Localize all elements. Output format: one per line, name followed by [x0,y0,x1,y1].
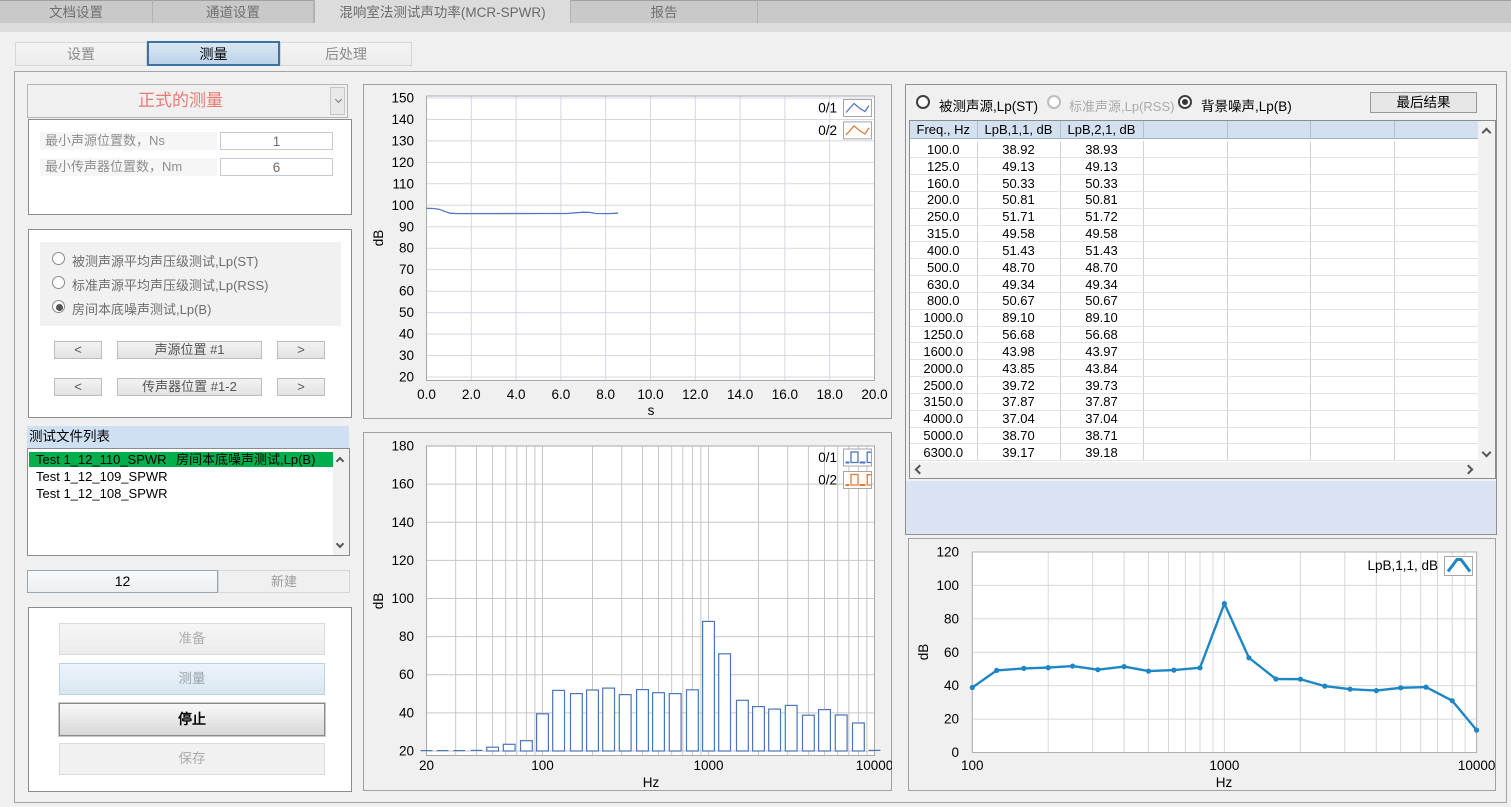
svg-text:120: 120 [391,553,414,568]
svg-text:10.0: 10.0 [637,387,663,402]
svg-text:6.0: 6.0 [552,387,571,402]
svg-text:80: 80 [399,629,414,644]
svg-text:110: 110 [392,176,414,191]
svg-text:1000: 1000 [1209,758,1239,773]
svg-text:16.0: 16.0 [772,387,798,402]
svg-text:140: 140 [391,515,414,530]
svg-text:s: s [648,403,655,418]
svg-text:140: 140 [391,112,414,127]
svg-text:14.0: 14.0 [727,387,753,402]
svg-text:20: 20 [399,744,414,759]
svg-text:60: 60 [399,667,414,682]
svg-text:160: 160 [391,477,414,492]
svg-text:18.0: 18.0 [817,387,843,402]
svg-text:Hz: Hz [1216,775,1233,790]
svg-text:0.0: 0.0 [417,387,436,402]
svg-text:0/2: 0/2 [818,123,837,138]
svg-text:2.0: 2.0 [462,387,481,402]
svg-text:10000: 10000 [1458,758,1496,773]
svg-text:40: 40 [399,327,414,342]
svg-text:0/2: 0/2 [818,473,837,488]
svg-text:120: 120 [936,545,959,560]
svg-text:1000: 1000 [693,758,723,773]
svg-text:20: 20 [419,758,434,773]
svg-text:120: 120 [391,155,414,170]
svg-text:40: 40 [399,705,414,720]
svg-text:20.0: 20.0 [861,387,887,402]
svg-text:100: 100 [531,758,554,773]
svg-text:LpB,1,1, dB: LpB,1,1, dB [1367,558,1438,573]
svg-text:80: 80 [944,611,959,626]
svg-text:30: 30 [399,348,414,363]
svg-text:100: 100 [936,578,959,593]
svg-text:0/1: 0/1 [818,450,837,465]
svg-text:70: 70 [399,262,414,277]
svg-text:50: 50 [399,305,414,320]
svg-text:dB: dB [371,230,386,247]
svg-text:90: 90 [399,219,414,234]
svg-text:dB: dB [371,593,386,610]
svg-text:40: 40 [944,678,959,693]
svg-text:20: 20 [399,370,414,385]
svg-text:180: 180 [391,439,414,454]
svg-text:100: 100 [391,591,414,606]
svg-text:0/1: 0/1 [818,101,837,116]
svg-text:60: 60 [944,645,959,660]
svg-text:130: 130 [391,133,414,148]
svg-text:60: 60 [399,284,414,299]
svg-text:80: 80 [399,241,414,256]
svg-text:Hz: Hz [643,775,660,790]
svg-text:4.0: 4.0 [507,387,526,402]
svg-text:150: 150 [391,91,414,106]
svg-text:100: 100 [391,198,414,213]
svg-text:8.0: 8.0 [596,387,615,402]
svg-text:20: 20 [944,712,959,727]
svg-text:0: 0 [951,745,959,760]
svg-text:dB: dB [916,644,931,661]
svg-text:12.0: 12.0 [682,387,708,402]
svg-text:100: 100 [961,758,984,773]
svg-text:10000: 10000 [856,758,892,773]
